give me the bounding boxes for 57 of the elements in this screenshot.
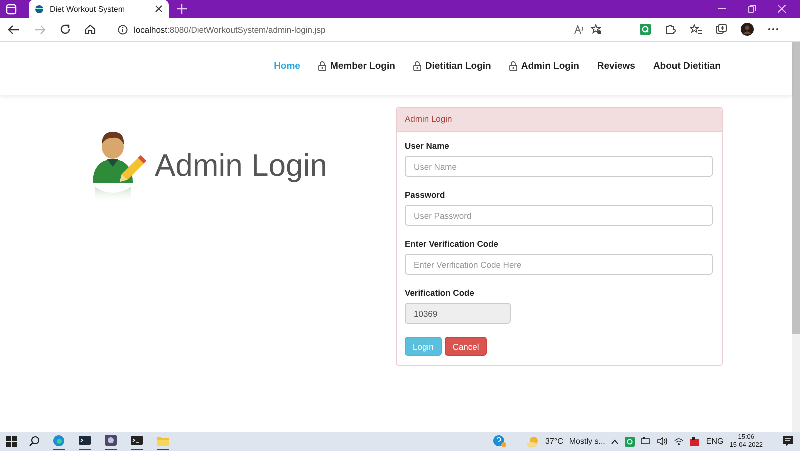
home-icon[interactable]: [85, 24, 96, 35]
volume-icon[interactable]: [657, 437, 668, 446]
refresh-icon[interactable]: [60, 24, 71, 35]
back-icon[interactable]: [8, 24, 20, 34]
page-heading: Admin Login: [155, 148, 328, 184]
collections-icon[interactable]: [716, 24, 727, 35]
restore-icon[interactable]: [748, 5, 756, 13]
info-icon: [118, 24, 128, 34]
panel-title: Admin Login: [397, 108, 722, 132]
extension-icon[interactable]: [640, 24, 651, 35]
search-icon[interactable]: [29, 436, 40, 447]
tab-actions-icon[interactable]: [6, 4, 17, 14]
scrollbar[interactable]: [792, 42, 800, 432]
browser-tab[interactable]: Diet Workout System: [29, 0, 169, 18]
extensions-icon[interactable]: [665, 24, 676, 35]
favorite-add-icon[interactable]: [591, 24, 602, 35]
url-text: localhost:8080/DietWorkoutSystem/admin-login.jsp: [134, 24, 326, 34]
field-label: User Name: [405, 141, 450, 151]
nav-link[interactable]: About Dietitian: [653, 60, 721, 72]
lock-icon: [413, 60, 422, 72]
help-icon[interactable]: [492, 435, 507, 448]
code-field[interactable]: 10369: [405, 303, 511, 324]
app-tray-icon[interactable]: [690, 436, 700, 446]
more-icon[interactable]: [768, 28, 779, 31]
cancel-button[interactable]: Cancel: [444, 337, 488, 356]
nav-link[interactable]: Admin Login: [509, 60, 580, 72]
terminal-app-icon[interactable]: [78, 434, 92, 450]
app-icon[interactable]: [104, 434, 118, 450]
temperature-text: 37°C: [546, 437, 564, 446]
field-label: Verification Code: [405, 288, 476, 298]
battery-icon[interactable]: [641, 437, 652, 446]
browser-app-icon[interactable]: [52, 434, 66, 450]
field-label: Password: [405, 190, 446, 200]
weather-text: Mostly s...: [569, 437, 606, 446]
profile-avatar-icon[interactable]: [741, 23, 754, 36]
lock-icon: [509, 60, 518, 72]
nav-link[interactable]: Reviews: [597, 60, 636, 72]
favorites-icon[interactable]: [690, 24, 702, 35]
input-field[interactable]: User Name: [405, 156, 713, 177]
wifi-icon[interactable]: [674, 437, 684, 446]
console-app-icon[interactable]: [130, 434, 144, 450]
field-label: Enter Verification Code: [405, 239, 500, 249]
chevron-up-icon[interactable]: [611, 438, 620, 444]
windows-start-icon[interactable]: [6, 436, 17, 447]
notification-icon[interactable]: [783, 436, 794, 447]
lock-icon: [318, 60, 328, 72]
input-field[interactable]: Enter Verification Code Here: [405, 254, 713, 275]
input-field[interactable]: User Password: [405, 205, 713, 226]
new-tab-icon[interactable]: [177, 4, 187, 14]
tab-title: Diet Workout System: [50, 4, 126, 14]
nav-link[interactable]: Dietitian Login: [413, 60, 492, 72]
nav-link[interactable]: Member Login: [318, 60, 396, 72]
read-aloud-icon[interactable]: [574, 24, 585, 34]
extension-icon[interactable]: [625, 436, 636, 446]
language-indicator: ENG: [706, 437, 724, 446]
globe-icon: [35, 4, 44, 14]
close-icon[interactable]: [155, 5, 163, 13]
